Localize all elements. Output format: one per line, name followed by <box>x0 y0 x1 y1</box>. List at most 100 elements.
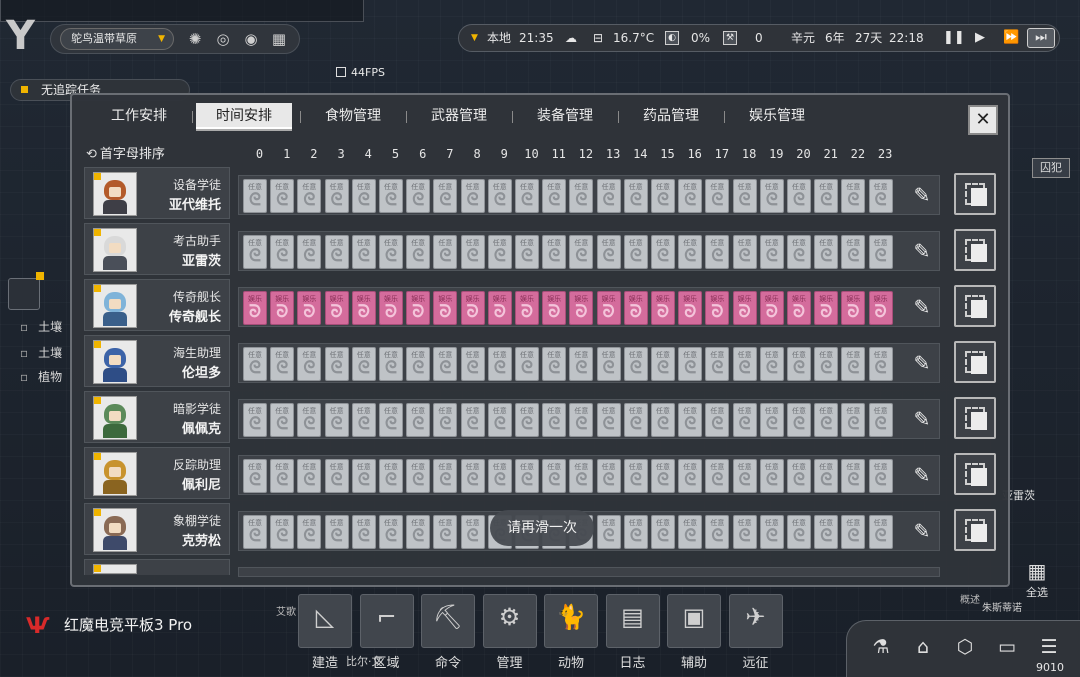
side-item-soil-2[interactable]: 土壤 <box>20 344 62 361</box>
schedule-cell-anything[interactable]: 任意ᘓ <box>596 403 621 437</box>
schedule-cell-anything[interactable]: 任意ᘓ <box>351 347 376 381</box>
copy-schedule-button[interactable] <box>954 453 996 495</box>
schedule-cell-anything[interactable]: 任意ᘓ <box>868 235 893 269</box>
schedule-cell-recreation[interactable]: 娱乐 ᘐ <box>623 291 648 325</box>
schedule-cell-anything[interactable]: 任意ᘓ <box>433 235 458 269</box>
schedule-cell-anything[interactable]: 任意ᘓ <box>841 459 866 493</box>
schedule-cell-anything[interactable]: 任意ᘓ <box>379 347 403 381</box>
schedule-cell-anything[interactable]: 任意ᘓ <box>460 347 485 381</box>
dock-button-assist[interactable]: ▣ <box>667 594 721 648</box>
schedule-cell-recreation[interactable]: 娱乐 ᘐ <box>678 291 703 325</box>
menu-icon[interactable]: ☰ <box>1036 634 1062 660</box>
copy-schedule-button[interactable] <box>954 397 996 439</box>
schedule-cell-anything[interactable]: 任意ᘓ <box>678 459 703 493</box>
schedule-cell-anything[interactable]: 任意ᘓ <box>814 347 839 381</box>
schedule-cell-anything[interactable]: 任意ᘓ <box>732 235 757 269</box>
schedule-cell-anything[interactable]: 任意ᘓ <box>732 179 757 213</box>
schedule-cell-recreation[interactable]: 娱乐 ᘐ <box>487 291 512 325</box>
schedule-cell-recreation[interactable]: 娱乐 ᘐ <box>705 291 730 325</box>
schedule-cell-anything[interactable]: 任意ᘓ <box>868 459 893 493</box>
schedule-cell-anything[interactable]: 任意ᘓ <box>542 459 567 493</box>
tab-weapons[interactable]: 武器管理 <box>412 103 506 129</box>
schedule-cell-anything[interactable]: 任意ᘓ <box>705 235 730 269</box>
schedule-cell-recreation[interactable]: 娱乐 ᘐ <box>868 291 893 325</box>
copy-schedule-button[interactable] <box>954 173 996 215</box>
schedule-cell-recreation[interactable]: 娱乐 ᘐ <box>542 291 567 325</box>
schedule-cell-anything[interactable]: 任意ᘓ <box>569 459 594 493</box>
schedule-cell-anything[interactable]: 任意ᘓ <box>814 459 839 493</box>
edit-schedule-icon[interactable]: ✎ <box>908 461 936 489</box>
schedule-cell-anything[interactable]: 任意ᘓ <box>406 515 431 549</box>
schedule-cell-anything[interactable]: 任意ᘓ <box>460 515 485 549</box>
schedule-cell-anything[interactable]: 任意ᘓ <box>243 459 267 493</box>
schedule-cell-anything[interactable]: 任意ᘓ <box>759 515 784 549</box>
schedule-cell-recreation[interactable]: 娱乐 ᘐ <box>596 291 621 325</box>
schedule-cell-anything[interactable]: 任意ᘓ <box>759 403 784 437</box>
schedule-cell-anything[interactable]: 任意ᘓ <box>814 179 839 213</box>
tab-schedule[interactable]: 时间安排 <box>196 103 292 129</box>
schedule-cell-anything[interactable]: 任意ᘓ <box>487 347 512 381</box>
character-row[interactable]: 海生助理 伦坦多 <box>84 335 230 387</box>
schedule-cell-anything[interactable]: 任意ᘓ <box>651 459 675 493</box>
schedule-cell-anything[interactable]: 任意ᘓ <box>324 403 349 437</box>
schedule-cell-anything[interactable]: 任意ᘓ <box>487 179 512 213</box>
close-icon[interactable]: ✕ <box>968 105 998 135</box>
cube-icon[interactable]: ⬡ <box>952 634 978 660</box>
schedule-cell-anything[interactable]: 任意ᘓ <box>243 179 267 213</box>
schedule-cell-anything[interactable]: 任意ᘓ <box>324 515 349 549</box>
copy-schedule-button[interactable] <box>954 341 996 383</box>
schedule-cell-recreation[interactable]: 娱乐 ᘐ <box>351 291 376 325</box>
schedule-cell-anything[interactable]: 任意ᘓ <box>732 403 757 437</box>
schedule-cell-anything[interactable]: 任意ᘓ <box>596 179 621 213</box>
schedule-cell-anything[interactable]: 任意ᘓ <box>596 347 621 381</box>
research-flask-icon[interactable]: ⚗ <box>868 634 894 660</box>
schedule-cell-anything[interactable]: 任意ᘓ <box>732 347 757 381</box>
schedule-cell-anything[interactable]: 任意ᘓ <box>351 459 376 493</box>
schedule-cell-anything[interactable]: 任意ᘓ <box>705 179 730 213</box>
schedule-cell-anything[interactable]: 任意ᘓ <box>759 179 784 213</box>
schedule-cell-anything[interactable]: 任意ᘓ <box>379 515 403 549</box>
museum-icon[interactable]: ⌂ <box>910 634 936 660</box>
copy-schedule-button[interactable] <box>954 229 996 271</box>
schedule-cell-recreation[interactable]: 娱乐 ᘐ <box>841 291 866 325</box>
schedule-cell-anything[interactable]: 任意ᘓ <box>623 347 648 381</box>
schedule-cell-anything[interactable]: 任意ᘓ <box>623 459 648 493</box>
inventory-icon[interactable]: ▦ <box>268 28 290 50</box>
biome-select[interactable]: 鸵鸟温带草原 ▼ <box>60 28 174 50</box>
schedule-cell-anything[interactable]: 任意ᘓ <box>324 235 349 269</box>
play-icon[interactable]: ▶ <box>975 25 985 51</box>
schedule-cell-anything[interactable]: 任意ᘓ <box>243 403 267 437</box>
schedule-cell-anything[interactable]: 任意ᘓ <box>433 515 458 549</box>
character-row[interactable]: 设备学徒 亚代维托 <box>84 167 230 219</box>
schedule-cell-anything[interactable]: 任意ᘓ <box>841 347 866 381</box>
schedule-cell-anything[interactable]: 任意ᘓ <box>297 403 322 437</box>
schedule-cell-anything[interactable]: 任意ᘓ <box>732 459 757 493</box>
schedule-cell-anything[interactable]: 任意ᘓ <box>569 179 594 213</box>
target-icon[interactable]: ◎ <box>212 28 234 50</box>
schedule-cell-anything[interactable]: 任意ᘓ <box>433 347 458 381</box>
schedule-cell-anything[interactable]: 任意ᘓ <box>270 515 295 549</box>
schedule-cell-recreation[interactable]: 娱乐 ᘐ <box>406 291 431 325</box>
schedule-cell-anything[interactable]: 任意ᘓ <box>651 179 675 213</box>
schedule-cell-anything[interactable]: 任意ᘓ <box>270 179 295 213</box>
schedule-cell-anything[interactable]: 任意ᘓ <box>406 179 431 213</box>
sort-button[interactable]: ⟲ 首字母排序 <box>86 143 165 162</box>
schedule-cell-anything[interactable]: 任意ᘓ <box>623 179 648 213</box>
schedule-cell-recreation[interactable]: 娱乐 ᘐ <box>569 291 594 325</box>
storm-icon[interactable]: ✺ <box>184 28 206 50</box>
schedule-cell-anything[interactable]: 任意ᘓ <box>270 347 295 381</box>
schedule-cell-anything[interactable]: 任意ᘓ <box>460 403 485 437</box>
schedule-cell-anything[interactable]: 任意ᘓ <box>759 235 784 269</box>
schedule-cell-anything[interactable]: 任意ᘓ <box>243 515 267 549</box>
schedule-cell-anything[interactable]: 任意ᘓ <box>678 179 703 213</box>
schedule-cell-anything[interactable]: 任意ᘓ <box>406 403 431 437</box>
schedule-cell-anything[interactable]: 任意ᘓ <box>515 403 539 437</box>
edit-schedule-icon[interactable]: ✎ <box>908 405 936 433</box>
side-item-soil-1[interactable]: 土壤 <box>20 318 62 335</box>
schedule-cell-anything[interactable]: 任意ᘓ <box>596 515 621 549</box>
schedule-cell-anything[interactable]: 任意ᘓ <box>705 515 730 549</box>
schedule-cell-anything[interactable]: 任意ᘓ <box>623 515 648 549</box>
schedule-cell-anything[interactable]: 任意ᘓ <box>787 515 811 549</box>
globe-icon[interactable]: ◉ <box>240 28 262 50</box>
character-row[interactable]: 暗影学徒 佩佩克 <box>84 391 230 443</box>
